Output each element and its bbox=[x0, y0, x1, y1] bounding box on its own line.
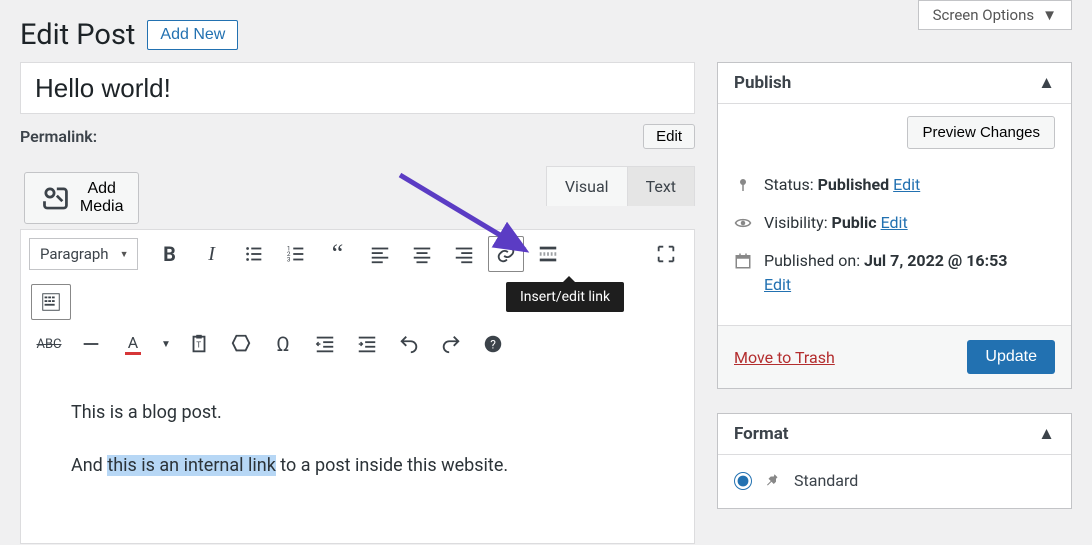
undo-button[interactable] bbox=[391, 326, 427, 362]
format-radio-standard[interactable] bbox=[734, 472, 752, 490]
status-edit-link[interactable]: Edit bbox=[893, 175, 920, 194]
permalink-url bbox=[105, 132, 635, 142]
text-color-button[interactable]: A bbox=[115, 326, 151, 362]
collapse-icon: ▲ bbox=[1038, 424, 1055, 444]
collapse-icon: ▲ bbox=[1038, 73, 1055, 93]
paragraph-format-select[interactable]: Paragraph bbox=[29, 238, 138, 270]
tab-text[interactable]: Text bbox=[628, 167, 695, 206]
preview-changes-button[interactable]: Preview Changes bbox=[907, 116, 1055, 149]
published-on-value: Jul 7, 2022 @ 16:53 bbox=[864, 251, 1007, 270]
svg-text:?: ? bbox=[490, 338, 496, 352]
add-media-label: Add Media bbox=[80, 180, 124, 216]
chevron-down-icon: ▼ bbox=[1042, 6, 1057, 24]
text-color-dropdown[interactable]: ▼ bbox=[157, 326, 175, 362]
outdent-button[interactable] bbox=[307, 326, 343, 362]
numbered-list-button[interactable]: 123 bbox=[278, 236, 314, 272]
update-button[interactable]: Update bbox=[967, 340, 1055, 374]
pin-icon bbox=[764, 472, 782, 490]
align-center-button[interactable] bbox=[404, 236, 440, 272]
post-title-input[interactable] bbox=[20, 62, 695, 114]
italic-button[interactable]: I bbox=[194, 236, 230, 272]
screen-options-label: Screen Options bbox=[933, 6, 1035, 24]
visibility-edit-link[interactable]: Edit bbox=[881, 213, 908, 232]
editor-text: And bbox=[71, 455, 107, 476]
publish-title: Publish bbox=[734, 73, 791, 93]
horizontal-rule-button[interactable] bbox=[73, 326, 109, 362]
move-to-trash-link[interactable]: Move to Trash bbox=[734, 348, 835, 367]
visibility-label: Visibility: bbox=[764, 213, 832, 232]
link-button[interactable] bbox=[488, 236, 524, 272]
format-option-standard[interactable]: Standard bbox=[734, 467, 1055, 494]
align-right-button[interactable] bbox=[446, 236, 482, 272]
indent-button[interactable] bbox=[349, 326, 385, 362]
align-left-button[interactable] bbox=[362, 236, 398, 272]
permalink-edit-button[interactable]: Edit bbox=[643, 124, 695, 149]
page-title: Edit Post bbox=[20, 18, 135, 52]
published-on-edit-link[interactable]: Edit bbox=[764, 275, 791, 294]
toolbar-toggle-button[interactable] bbox=[31, 284, 71, 320]
bullet-list-button[interactable] bbox=[236, 236, 272, 272]
paste-text-button[interactable]: T bbox=[181, 326, 217, 362]
help-button[interactable]: ? bbox=[475, 326, 511, 362]
special-character-button[interactable]: Ω bbox=[265, 326, 301, 362]
svg-text:T: T bbox=[196, 341, 201, 351]
selected-link-text: this is an internal link bbox=[107, 455, 276, 476]
screen-options-toggle[interactable]: Screen Options ▼ bbox=[918, 0, 1072, 30]
format-option-label: Standard bbox=[794, 471, 858, 490]
format-header[interactable]: Format ▲ bbox=[718, 414, 1071, 455]
blockquote-button[interactable]: “ bbox=[320, 236, 356, 272]
status-label: Status: bbox=[764, 175, 818, 194]
media-icon bbox=[39, 182, 72, 215]
redo-button[interactable] bbox=[433, 326, 469, 362]
publish-header[interactable]: Publish ▲ bbox=[718, 63, 1071, 104]
read-more-button[interactable] bbox=[530, 236, 566, 272]
add-new-button[interactable]: Add New bbox=[147, 20, 238, 50]
published-on-label: Published on: bbox=[764, 251, 864, 270]
editor-content[interactable]: This is a blog post. And this is an inte… bbox=[21, 368, 694, 543]
pin-icon bbox=[734, 176, 752, 194]
bold-button[interactable]: B bbox=[152, 236, 188, 272]
editor-text: to a post inside this website. bbox=[276, 455, 508, 476]
permalink-label: Permalink: bbox=[20, 127, 97, 146]
visibility-icon bbox=[734, 214, 752, 232]
fullscreen-button[interactable] bbox=[648, 236, 684, 272]
tab-visual[interactable]: Visual bbox=[547, 167, 628, 206]
format-box: Format ▲ Standard bbox=[717, 413, 1072, 509]
editor-paragraph: This is a blog post. bbox=[71, 398, 644, 429]
add-media-button[interactable]: Add Media bbox=[24, 172, 139, 224]
strikethrough-button[interactable]: ABC bbox=[31, 326, 67, 362]
format-title: Format bbox=[734, 424, 789, 444]
calendar-icon bbox=[734, 252, 752, 270]
visibility-value: Public bbox=[832, 213, 877, 232]
status-value: Published bbox=[818, 175, 890, 194]
editor-paragraph: And this is an internal link to a post i… bbox=[71, 451, 644, 482]
paragraph-format-label: Paragraph bbox=[40, 245, 109, 263]
svg-text:3: 3 bbox=[286, 255, 290, 263]
clear-formatting-button[interactable] bbox=[223, 326, 259, 362]
publish-box: Publish ▲ Preview Changes Status: Publis… bbox=[717, 62, 1072, 389]
